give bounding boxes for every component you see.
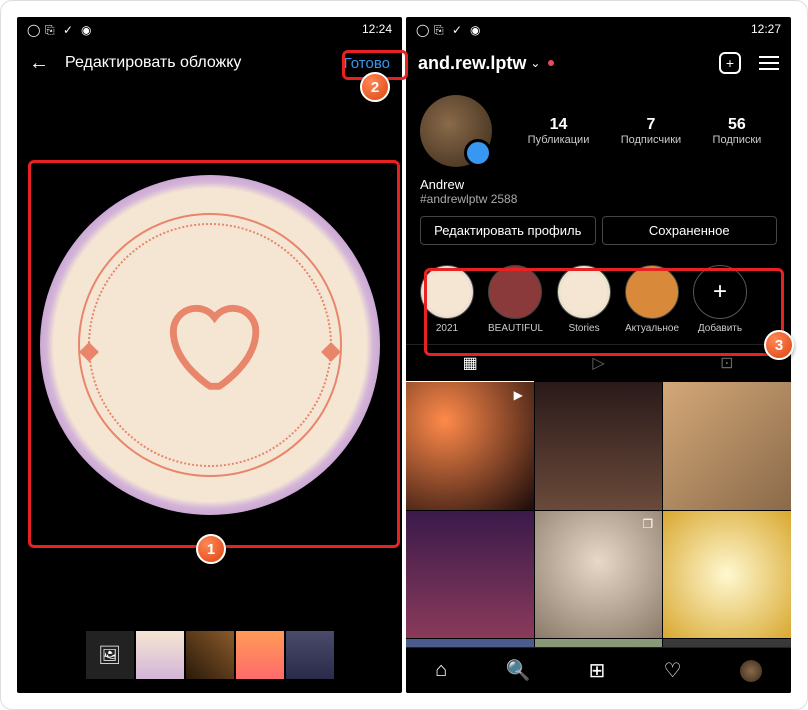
stats: 14 Публикации 7 Подписчики 56 Подписки — [512, 116, 777, 146]
phone-right-profile: ◯⎘✓◉ 12:27 and.rew.lptw ⌄ + 14 Публикаци… — [406, 17, 791, 693]
edit-profile-button[interactable]: Редактировать профиль — [420, 216, 596, 245]
highlight-beautiful[interactable]: BEAUTIFUL — [488, 265, 543, 334]
bottom-nav: ⌂ 🔍 ⊞ ♡ — [406, 647, 791, 693]
post-1[interactable]: ▶ — [406, 382, 534, 510]
post-3[interactable] — [663, 382, 791, 510]
done-button[interactable]: Готово — [344, 55, 390, 72]
tab-grid[interactable]: ▦ — [406, 345, 534, 382]
edit-cover-header: ← Редактировать обложку Готово — [17, 41, 402, 85]
gallery-thumbnails: 🖼 — [86, 631, 334, 679]
cover-preview[interactable] — [17, 105, 402, 585]
status-bar: ◯⎘✓◉ 12:24 — [17, 17, 402, 41]
create-button[interactable]: + — [719, 52, 741, 74]
gallery-picker-icon[interactable]: 🖼 — [86, 631, 134, 679]
profile-info: 14 Публикации 7 Подписчики 56 Подписки — [406, 85, 791, 177]
cover-badge-image — [40, 175, 380, 515]
highlight-add[interactable]: +Добавить — [693, 265, 747, 334]
post-2[interactable] — [535, 382, 663, 510]
stat-posts[interactable]: 14 Публикации — [528, 116, 590, 146]
chevron-down-icon[interactable]: ⌄ — [530, 56, 540, 70]
annotation-badge-1: 1 — [196, 534, 226, 564]
thumb-4[interactable] — [286, 631, 334, 679]
thumb-1[interactable] — [136, 631, 184, 679]
stat-following[interactable]: 56 Подписки — [713, 116, 762, 146]
thumb-3[interactable] — [236, 631, 284, 679]
highlight-aktualnoe[interactable]: Актуальное — [625, 265, 679, 334]
profile-tabs: ▦ ▷ ⊡ — [406, 344, 791, 382]
nav-create-icon[interactable]: ⊞ — [589, 658, 606, 683]
notification-dot — [548, 60, 554, 66]
header-title: Редактировать обложку — [65, 54, 241, 72]
back-icon[interactable]: ← — [29, 52, 49, 75]
thumb-2[interactable] — [186, 631, 234, 679]
annotation-badge-2: 2 — [360, 72, 390, 102]
saved-button[interactable]: Сохраненное — [602, 216, 778, 245]
multi-icon: ❐ — [642, 517, 656, 531]
status-icons-left: ◯⎘✓◉ — [416, 23, 482, 35]
bio-sub: #andrewlptw 2588 — [420, 192, 777, 206]
heart-icon — [150, 290, 270, 400]
nav-search-icon[interactable]: 🔍 — [505, 658, 530, 683]
nav-activity-icon[interactable]: ♡ — [664, 658, 682, 683]
phone-left-edit-cover: ◯⎘✓◉ 12:24 ← Редактировать обложку Готов… — [17, 17, 402, 693]
avatar[interactable] — [420, 95, 492, 167]
tab-reels[interactable]: ▷ — [534, 345, 662, 382]
username[interactable]: and.rew.lptw — [418, 53, 526, 74]
highlights-row: 2021 BEAUTIFUL Stories Актуальное +Добав… — [406, 255, 791, 344]
status-time: 12:24 — [362, 22, 392, 36]
menu-icon[interactable] — [759, 52, 779, 74]
status-bar: ◯⎘✓◉ 12:27 — [406, 17, 791, 41]
highlight-2021[interactable]: 2021 — [420, 265, 474, 334]
reel-icon: ▶ — [514, 388, 528, 402]
post-6[interactable] — [663, 511, 791, 639]
stat-followers[interactable]: 7 Подписчики — [621, 116, 682, 146]
post-4[interactable] — [406, 511, 534, 639]
nav-profile-icon[interactable] — [740, 660, 762, 682]
highlight-stories[interactable]: Stories — [557, 265, 611, 334]
username-row: and.rew.lptw ⌄ + — [406, 41, 791, 85]
bio-name: Andrew — [420, 177, 777, 192]
nav-home-icon[interactable]: ⌂ — [435, 659, 447, 682]
annotation-badge-3: 3 — [764, 330, 794, 360]
status-icons-left: ◯⎘✓◉ — [27, 23, 93, 35]
bio: Andrew #andrewlptw 2588 — [406, 177, 791, 206]
post-5[interactable]: ❐ — [535, 511, 663, 639]
status-time: 12:27 — [751, 22, 781, 36]
